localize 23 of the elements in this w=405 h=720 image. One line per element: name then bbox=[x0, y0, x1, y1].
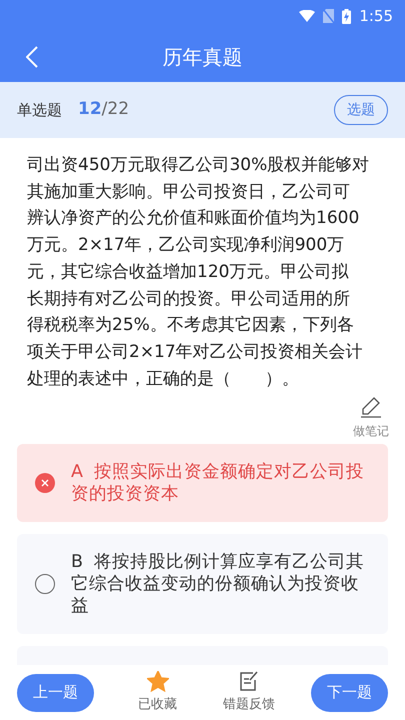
option-text: B 将按持股比例计算应享有乙公司其它综合收益变动的份额确认为投资收益 bbox=[71, 551, 366, 618]
battery-charging-icon bbox=[342, 8, 352, 24]
wrong-mark-icon bbox=[35, 473, 55, 494]
back-icon bbox=[26, 46, 38, 68]
status-time: 1:55 bbox=[359, 6, 393, 27]
question-type: 单选题 bbox=[17, 100, 62, 121]
no-sim-icon bbox=[323, 9, 334, 23]
favorite-button[interactable]: 已收藏 bbox=[138, 670, 177, 714]
question-text: 司出资450万元取得乙公司30%股权并能够对 其施加重大影响。甲公司投资日，乙公司可 辨认净资产的公允价值和账面价值均为1600 万元。2×17年，乙公司实现净利润900万 元，其它综合收益增加120万元。甲公司拟 长期持有对乙公司的投资。甲公司适用的所 得税税率为25%。不考虑其它因素，下列各 项关于甲公司2×17年对乙公司投资相关会计 处理的表述中，正确的是（ ）。 bbox=[27, 154, 370, 391]
answer-option[interactable]: A 按照实际出资金额确定对乙公司投资的投资资本 bbox=[17, 444, 388, 522]
next-button[interactable]: 下一题 bbox=[311, 674, 388, 712]
edit-note-icon bbox=[239, 670, 259, 692]
take-note-label[interactable]: 做笔记 bbox=[353, 422, 389, 440]
answer-option[interactable]: B 将按持股比例计算应享有乙公司其它综合收益变动的份额确认为投资收益 bbox=[17, 534, 388, 634]
pencil-icon bbox=[360, 396, 382, 418]
question-counter: 12/22 bbox=[78, 98, 130, 122]
option-text: A 按照实际出资金额确定对乙公司投资的投资资本 bbox=[71, 461, 366, 506]
pick-question-button[interactable]: 选题 bbox=[334, 95, 388, 125]
report-error-button[interactable]: 错题反馈 bbox=[223, 670, 275, 714]
wifi-icon bbox=[299, 10, 316, 22]
star-icon bbox=[146, 670, 168, 692]
page-title: 历年真题 bbox=[162, 44, 242, 71]
previous-button[interactable]: 上一题 bbox=[17, 674, 94, 712]
